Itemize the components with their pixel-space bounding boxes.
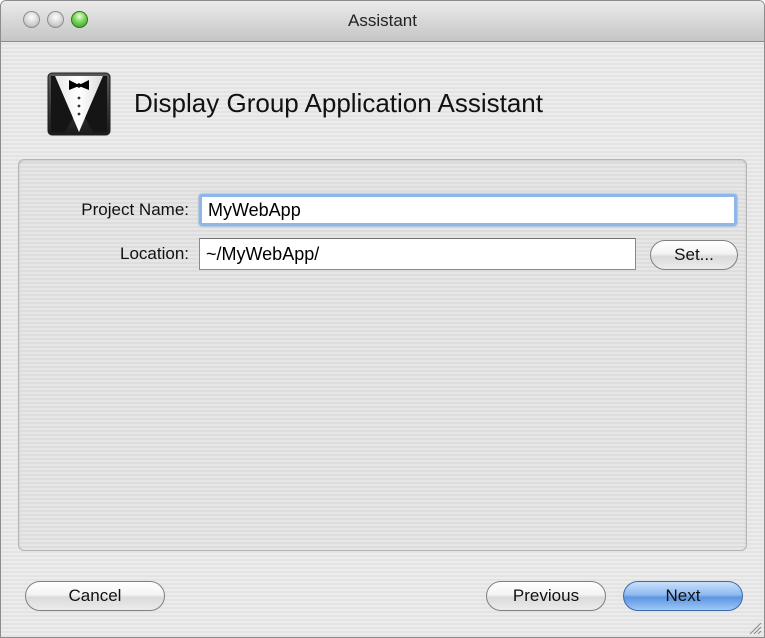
project-name-label: Project Name: <box>81 200 189 219</box>
assistant-header: Display Group Application Assistant <box>1 42 764 146</box>
location-field[interactable] <box>199 238 636 270</box>
next-button[interactable]: Next <box>623 581 743 611</box>
set-location-button[interactable]: Set... <box>650 240 738 270</box>
previous-button[interactable]: Previous <box>486 581 606 611</box>
project-name-field[interactable] <box>199 194 737 226</box>
assistant-title: Display Group Application Assistant <box>134 88 543 118</box>
assistant-window: Assistant Display Group Application Assi… <box>0 0 765 638</box>
tuxedo-icon <box>47 72 111 136</box>
settings-panel: Project Name: Location: Set... <box>18 159 747 551</box>
title-bar[interactable]: Assistant <box>1 1 764 42</box>
resize-grip-icon[interactable] <box>746 619 762 635</box>
cancel-button[interactable]: Cancel <box>25 581 165 611</box>
window-title: Assistant <box>348 11 417 30</box>
location-label: Location: <box>120 244 189 263</box>
